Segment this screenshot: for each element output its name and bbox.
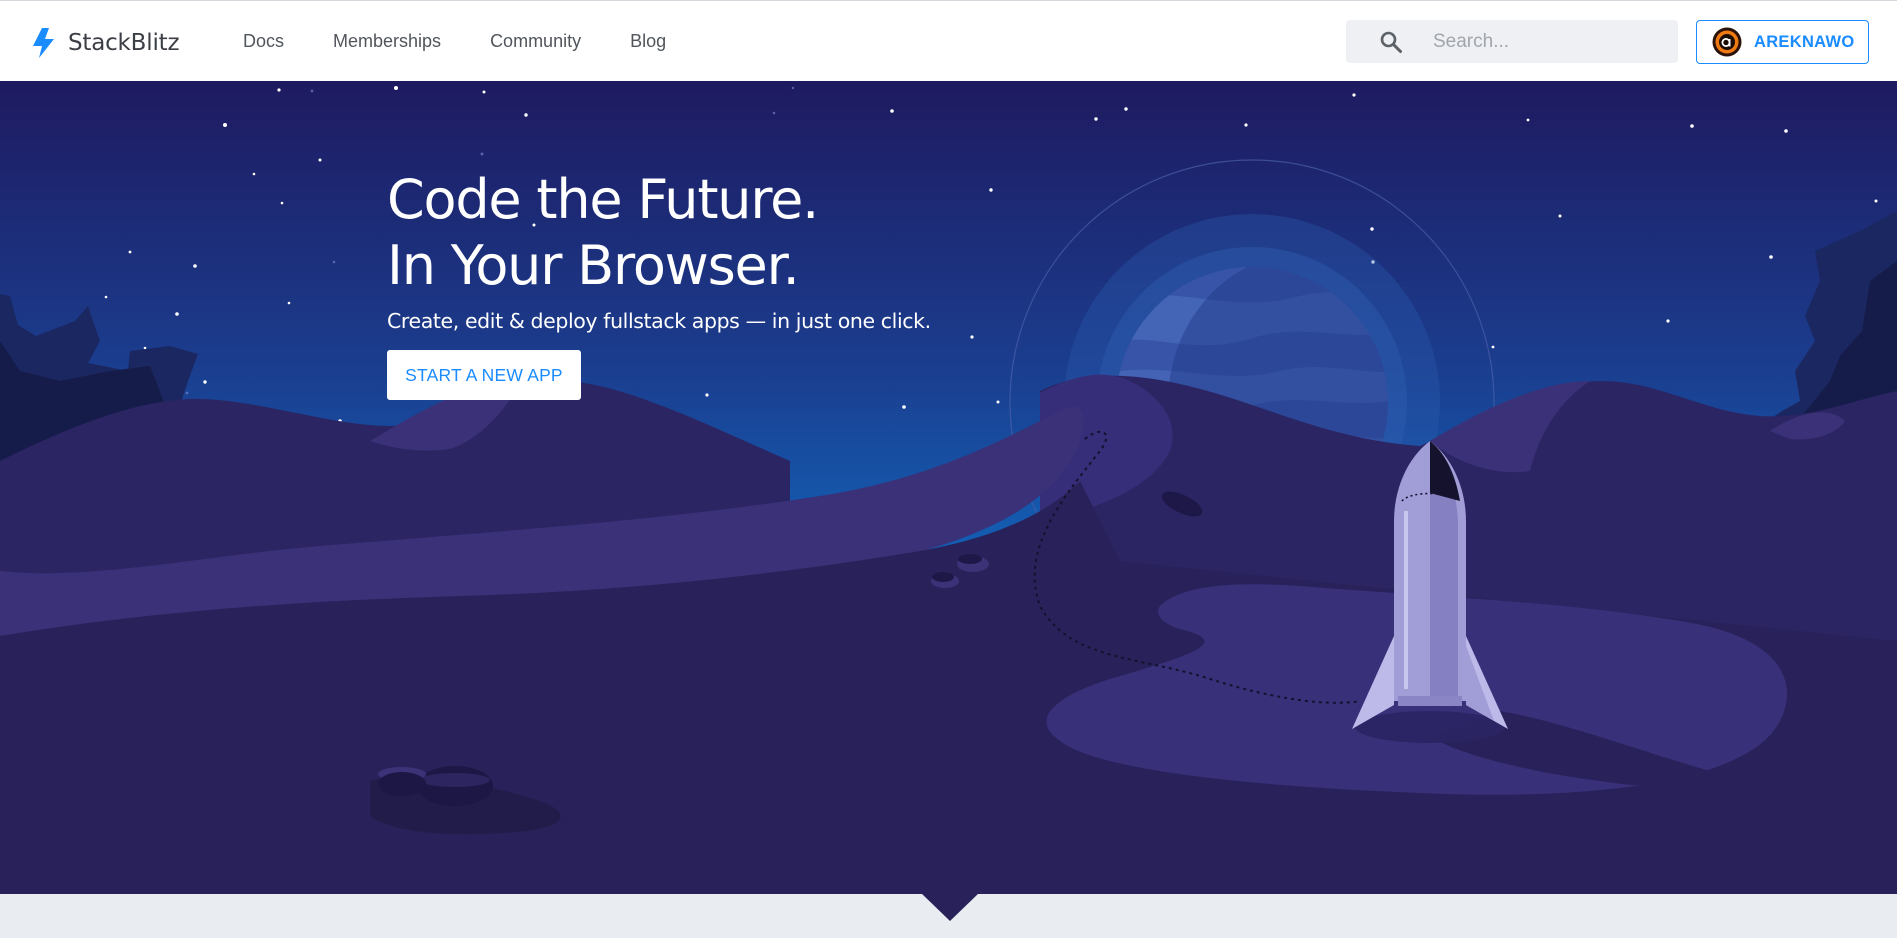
hero-subheadline: Create, edit & deploy fullstack apps — i… [387, 309, 931, 333]
headline-line-2: In Your Browser. [387, 234, 800, 297]
hero-headline: Code the Future. In Your Browser. [387, 167, 1027, 299]
search-icon[interactable] [1379, 30, 1403, 54]
username-label: AREKNAWO [1754, 32, 1855, 51]
section-pointer-arrow [921, 893, 979, 921]
hero-section: Code the Future. In Your Browser. Create… [0, 81, 1897, 894]
nav-memberships-link[interactable]: Memberships [333, 31, 441, 52]
nav-docs-link[interactable]: Docs [243, 31, 284, 52]
main-nav: Docs Memberships Community Blog [243, 1, 715, 82]
user-account-button[interactable]: AREKNAWO [1696, 20, 1869, 64]
hero-text-block: Code the Future. In Your Browser. Create… [387, 167, 1027, 400]
start-new-app-button[interactable]: START A NEW APP [387, 350, 581, 400]
search-box[interactable] [1346, 20, 1678, 63]
nav-blog-link[interactable]: Blog [630, 31, 666, 52]
lightning-bolt-icon [33, 28, 54, 58]
stackblitz-logo[interactable]: StackBlitz [30, 23, 180, 63]
brand-name: StackBlitz [68, 30, 180, 56]
search-input[interactable] [1431, 29, 1665, 54]
user-avatar-icon [1712, 27, 1742, 57]
nav-community-link[interactable]: Community [490, 31, 581, 52]
headline-line-1: Code the Future. [387, 168, 819, 231]
top-navigation-bar: StackBlitz Docs Memberships Community Bl… [0, 0, 1897, 81]
